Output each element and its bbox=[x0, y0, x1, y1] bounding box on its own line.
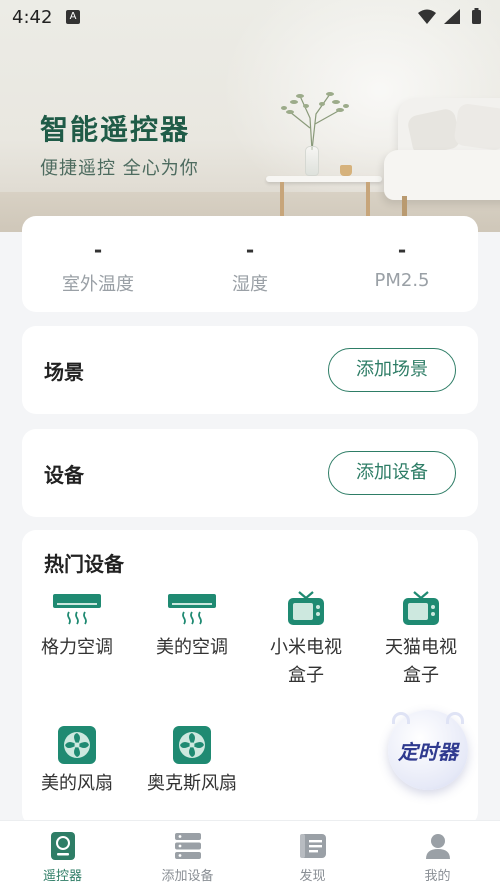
weather-label: 湿度 bbox=[232, 274, 268, 295]
nav-label: 添加设备 bbox=[161, 869, 214, 884]
timer-label: 定时器 bbox=[398, 740, 458, 764]
weather-outdoor-temp: - 室外温度 bbox=[22, 216, 174, 312]
tv-box-icon bbox=[366, 584, 476, 634]
hot-device-midea-fan[interactable]: 美的风扇 bbox=[22, 720, 132, 798]
status-bar: 4:42 A bbox=[0, 0, 500, 34]
battery-icon bbox=[472, 8, 481, 24]
devices-card: 设备 添加设备 bbox=[22, 429, 478, 517]
plant-illustration bbox=[281, 92, 349, 151]
nav-profile[interactable]: 我的 bbox=[375, 821, 500, 888]
vase bbox=[305, 146, 319, 176]
weather-humidity: - 湿度 bbox=[174, 216, 326, 312]
nav-label: 遥控器 bbox=[42, 869, 82, 884]
nav-label: 发现 bbox=[299, 869, 326, 884]
weather-value: - bbox=[93, 238, 103, 262]
scenes-card: 场景 添加场景 bbox=[22, 326, 478, 414]
weather-label: 室外温度 bbox=[62, 274, 134, 295]
nav-discover[interactable]: 发现 bbox=[250, 821, 375, 888]
nav-label: 我的 bbox=[424, 869, 451, 884]
fan-icon bbox=[22, 720, 132, 770]
app-title: 智能遥控器 bbox=[40, 113, 191, 146]
pillow bbox=[453, 102, 500, 152]
hot-device-xiaomi-tvbox[interactable]: 小米电视 盒子 bbox=[251, 584, 361, 690]
devices-title: 设备 bbox=[44, 463, 84, 487]
hot-device-label: 格力空调 bbox=[41, 637, 113, 658]
bottom-nav: 遥控器 添加设备 发现 我的 bbox=[0, 820, 500, 888]
weather-label: PM2.5 bbox=[374, 270, 430, 291]
add-scene-button[interactable]: 添加场景 bbox=[328, 348, 456, 392]
air-conditioner-icon bbox=[22, 584, 132, 634]
server-icon bbox=[125, 829, 250, 863]
hot-device-tmall-tvbox[interactable]: 天猫电视 盒子 bbox=[366, 584, 476, 690]
hot-device-label: 奥克斯风扇 bbox=[147, 773, 237, 794]
weather-value: - bbox=[397, 238, 407, 262]
weather-value: - bbox=[245, 238, 255, 262]
weather-card: - 室外温度 - 湿度 - PM2.5 bbox=[22, 216, 478, 312]
hot-devices-title: 热门设备 bbox=[44, 552, 124, 576]
hot-device-label: 小米电视 盒子 bbox=[270, 637, 342, 686]
tv-box-icon bbox=[251, 584, 361, 634]
signal-icon bbox=[444, 9, 460, 24]
sofa-leg bbox=[402, 196, 407, 218]
discover-icon bbox=[250, 829, 375, 863]
cup bbox=[340, 165, 352, 176]
hot-device-label: 美的空调 bbox=[156, 637, 228, 658]
hot-device-label: 天猫电视 盒子 bbox=[385, 637, 457, 686]
status-time: 4:42 bbox=[12, 7, 53, 28]
timer-bell-left bbox=[392, 712, 410, 724]
nav-remote[interactable]: 遥控器 bbox=[0, 821, 125, 888]
status-icons bbox=[416, 7, 488, 31]
remote-icon bbox=[0, 829, 125, 863]
wifi-icon bbox=[418, 9, 436, 24]
fan-icon bbox=[137, 720, 247, 770]
scenes-title: 场景 bbox=[44, 360, 84, 384]
timer-bell-right bbox=[446, 712, 464, 724]
notification-icon: A bbox=[66, 10, 80, 24]
sofa-seat bbox=[384, 150, 500, 200]
hot-device-gree-ac[interactable]: 格力空调 bbox=[22, 584, 132, 662]
hot-device-label: 美的风扇 bbox=[41, 773, 113, 794]
nav-add-device[interactable]: 添加设备 bbox=[125, 821, 250, 888]
app-subtitle: 便捷遥控 全心为你 bbox=[40, 158, 199, 179]
hot-device-aux-fan[interactable]: 奥克斯风扇 bbox=[137, 720, 247, 798]
hot-device-midea-ac[interactable]: 美的空调 bbox=[137, 584, 247, 662]
hero-banner: 智能遥控器 便捷遥控 全心为你 bbox=[0, 0, 500, 232]
air-conditioner-icon bbox=[137, 584, 247, 634]
add-device-button[interactable]: 添加设备 bbox=[328, 451, 456, 495]
user-icon bbox=[375, 829, 500, 863]
timer-button[interactable]: 定时器 bbox=[388, 710, 468, 790]
weather-pm25: - PM2.5 bbox=[326, 216, 478, 312]
